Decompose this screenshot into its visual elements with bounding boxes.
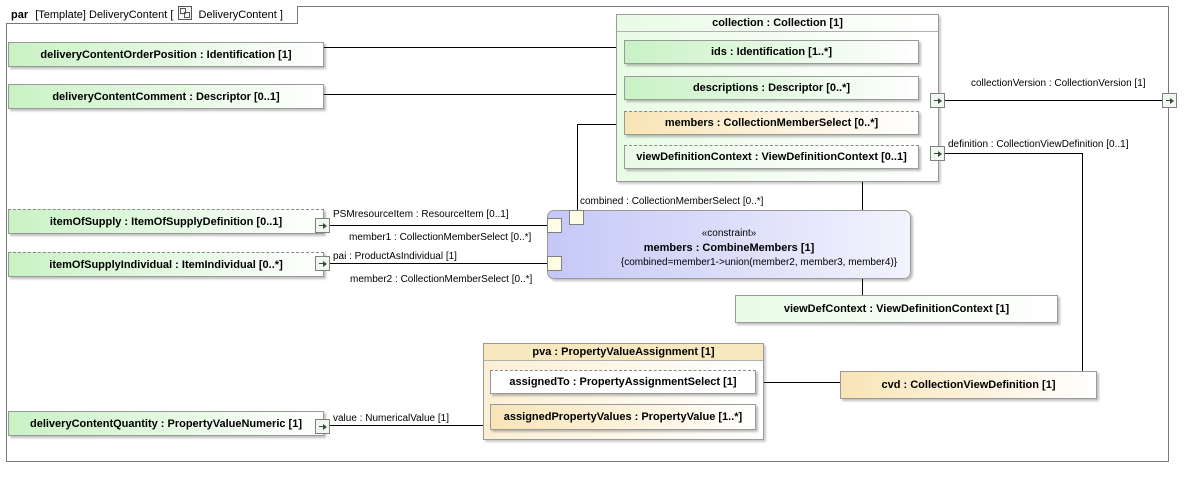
collection-ids-label: ids : Identification [1..*]	[710, 46, 832, 58]
part-item-of-supply-label: itemOfSupply : ItemOfSupplyDefinition [0…	[49, 215, 283, 228]
label-value: value : NumericalValue [1]	[333, 413, 449, 424]
port-collection-version[interactable]	[930, 93, 945, 108]
part-view-def-context-label: viewDefContext : ViewDefinitionContext […	[783, 303, 1010, 315]
pva-assigned-to[interactable]: assignedTo : PropertyAssignmentSelect [1…	[490, 370, 756, 394]
block-icon	[178, 6, 193, 20]
frame-kind: par	[11, 9, 29, 21]
port-combined[interactable]	[569, 210, 584, 225]
collection-view-definition-context-label: viewDefinitionContext : ViewDefinitionCo…	[636, 151, 907, 163]
port-definition[interactable]	[930, 146, 945, 161]
pva-title: pva : PropertyValueAssignment [1]	[484, 344, 763, 361]
label-member1: member1 : CollectionMemberSelect [0..*]	[349, 232, 532, 243]
constraint-expression: {combined=member1->union(member2, member…	[620, 257, 898, 268]
collection-members-label: members : CollectionMemberSelect [0..*]	[664, 117, 879, 129]
part-item-of-supply-individual[interactable]: itemOfSupplyIndividual : ItemIndividual …	[8, 252, 324, 277]
part-comment[interactable]: deliveryContentComment : Descriptor [0..…	[8, 84, 324, 109]
label-member2: member2 : CollectionMemberSelect [0..*]	[350, 274, 533, 285]
collection-descriptions[interactable]: descriptions : Descriptor [0..*]	[624, 76, 919, 100]
part-item-of-supply-individual-label: itemOfSupplyIndividual : ItemIndividual …	[49, 258, 283, 271]
port-member1[interactable]	[547, 218, 562, 233]
frame-bracket-close: ]	[279, 9, 283, 21]
part-cvd[interactable]: cvd : CollectionViewDefinition [1]	[840, 371, 1097, 399]
label-pai: pai : ProductAsIndividual [1]	[333, 251, 457, 262]
label-psm-resource-item: PSMresourceItem : ResourceItem [0..1]	[333, 209, 509, 220]
constraint-block[interactable]: «constraint» members : CombineMembers [1…	[547, 210, 911, 279]
part-comment-label: deliveryContentComment : Descriptor [0..…	[52, 90, 280, 103]
frame-template: [Template]	[35, 9, 86, 21]
port-member2[interactable]	[547, 256, 562, 271]
constraint-name: members : CombineMembers [1]	[643, 242, 815, 254]
part-order-position-label: deliveryContentOrderPosition : Identific…	[40, 48, 292, 61]
frame-header: par [Template] DeliveryContent [ Deliver…	[6, 6, 298, 24]
pva-assigned-to-label: assignedTo : PropertyAssignmentSelect [1…	[509, 376, 737, 388]
label-collection-version: collectionVersion : CollectionVersion [1…	[971, 78, 1146, 89]
part-quantity[interactable]: deliveryContentQuantity : PropertyValueN…	[8, 411, 324, 436]
part-view-def-context[interactable]: viewDefContext : ViewDefinitionContext […	[735, 295, 1058, 323]
part-item-of-supply[interactable]: itemOfSupply : ItemOfSupplyDefinition [0…	[8, 209, 324, 234]
port-psm-resource-item[interactable]	[315, 218, 330, 233]
collection-ids[interactable]: ids : Identification [1..*]	[624, 40, 919, 64]
port-frame-collection-version[interactable]	[1162, 93, 1177, 108]
constraint-stereotype: «constraint»	[701, 228, 757, 239]
collection-view-definition-context[interactable]: viewDefinitionContext : ViewDefinitionCo…	[624, 145, 919, 169]
part-order-position[interactable]: deliveryContentOrderPosition : Identific…	[8, 42, 324, 67]
port-pai[interactable]	[315, 256, 330, 271]
label-definition: definition : CollectionViewDefinition [0…	[948, 139, 1129, 150]
label-combined: combined : CollectionMemberSelect [0..*]	[580, 196, 764, 207]
collection-descriptions-label: descriptions : Descriptor [0..*]	[692, 82, 851, 94]
pva-assigned-values[interactable]: assignedPropertyValues : PropertyValue […	[490, 404, 756, 430]
port-value[interactable]	[315, 419, 330, 434]
part-quantity-label: deliveryContentQuantity : PropertyValueN…	[29, 417, 302, 430]
frame-bracket-open: [	[170, 9, 174, 21]
collection-title: collection : Collection [1]	[617, 15, 938, 32]
pva-assigned-values-label: assignedPropertyValues : PropertyValue […	[503, 411, 743, 423]
part-cvd-label: cvd : CollectionViewDefinition [1]	[881, 379, 1056, 391]
collection-members[interactable]: members : CollectionMemberSelect [0..*]	[624, 111, 919, 135]
frame-ref: DeliveryContent	[198, 9, 277, 21]
parametric-diagram: par [Template] DeliveryContent [ Deliver…	[0, 0, 1191, 477]
frame-name: DeliveryContent	[89, 9, 168, 21]
